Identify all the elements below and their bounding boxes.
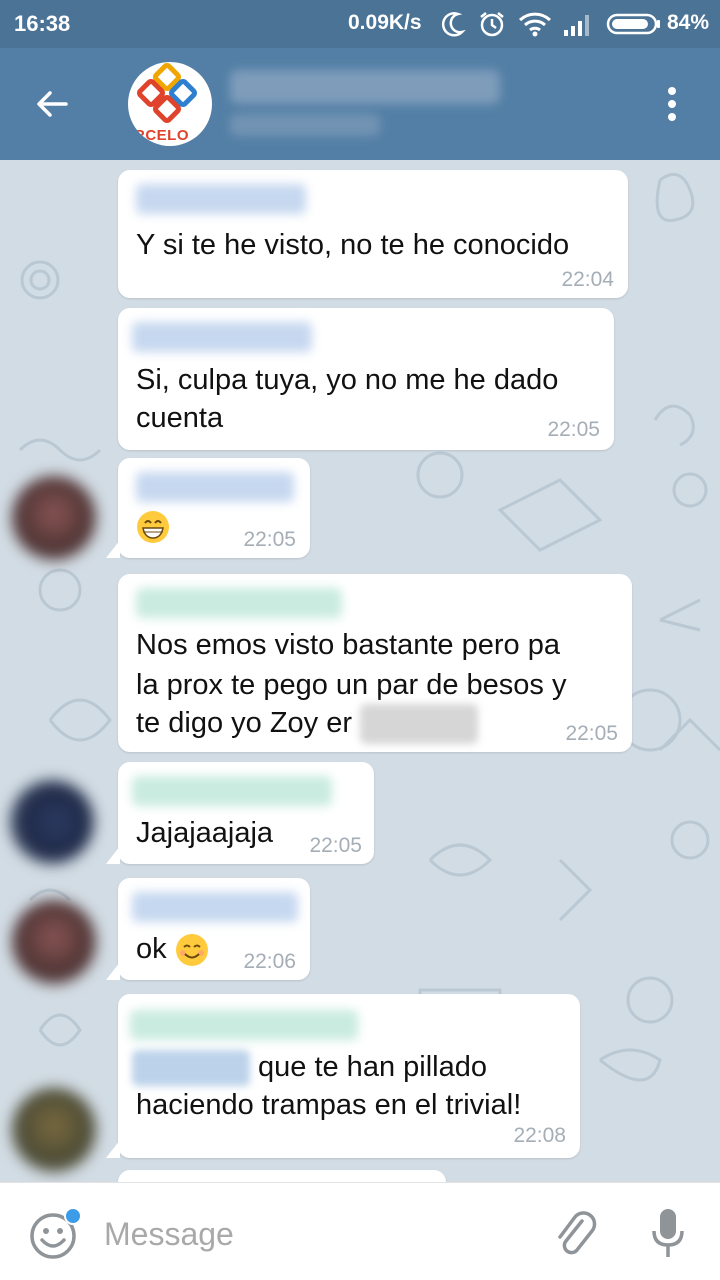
sender-name-redacted (132, 776, 332, 806)
grinning-face-emoji (137, 511, 169, 543)
message-bubble[interactable]: Y si te he visto, no te he conocido 22:0… (118, 170, 628, 298)
message-bubble[interactable]: ok 22:06 (106, 878, 310, 980)
attach-paperclip-icon[interactable] (552, 1209, 600, 1261)
moon-icon (441, 12, 466, 37)
message-bubble[interactable] (118, 1170, 446, 1182)
status-time: 16:38 (14, 11, 71, 36)
message-text-line: que te han pillado (258, 1051, 487, 1083)
message-text: te digo yo Zoy er (136, 707, 352, 739)
network-speed: 0.09K/s (348, 11, 422, 34)
chat-messages-area[interactable]: Y si te he visto, no te he conocido 22:0… (0, 160, 720, 1182)
message-time: 22:05 (309, 834, 362, 857)
sender-name-redacted (136, 184, 306, 214)
signal-icon (564, 15, 589, 36)
sender-name-redacted (132, 322, 312, 352)
message-time: 22:08 (513, 1124, 566, 1147)
battery-percent: 84% (667, 11, 710, 34)
message-text-line: cuenta (136, 402, 224, 434)
battery-icon (606, 13, 660, 35)
sender-name-redacted (136, 588, 342, 618)
message-text: Y si te he visto, no te he conocido (136, 229, 570, 261)
message-bubble[interactable]: Si, culpa tuya, yo no me he dado cuenta … (118, 308, 614, 450)
chat-title-redacted[interactable] (230, 70, 500, 104)
group-avatar[interactable]: RCELO (128, 62, 212, 146)
mention-redacted[interactable] (132, 1050, 250, 1086)
message-time: 22:05 (565, 722, 618, 745)
user-avatar[interactable] (12, 1088, 96, 1172)
status-bar: 16:38 0.09K/s 84% (0, 0, 720, 48)
message-time: 22:04 (561, 268, 614, 291)
message-text: ok (136, 930, 209, 968)
message-bubble[interactable]: Nos emos visto bastante pero pa la prox … (118, 574, 632, 752)
user-avatar[interactable] (12, 900, 96, 984)
message-text: ok (136, 933, 167, 965)
user-avatar[interactable] (12, 476, 96, 560)
wifi-icon (518, 12, 552, 37)
alarm-icon (480, 12, 504, 37)
more-options-icon[interactable] (660, 84, 684, 124)
message-time: 22:05 (243, 528, 296, 551)
sender-name-redacted (130, 1010, 358, 1040)
microphone-icon[interactable] (650, 1207, 686, 1261)
message-composer (0, 1182, 720, 1280)
redacted-text (360, 704, 479, 745)
message-text-line: Nos emos visto bastante pero pa (136, 629, 560, 661)
message-time: 22:05 (547, 418, 600, 441)
user-avatar[interactable] (10, 780, 94, 864)
chat-header: RCELO (0, 48, 720, 160)
smiling-face-emoji (175, 934, 208, 967)
sender-name-redacted (136, 472, 294, 502)
message-input[interactable] (104, 1213, 524, 1255)
emoji-notification-dot (64, 1207, 82, 1225)
message-text-line: te digo yo Zoy er (136, 704, 479, 745)
back-arrow-icon[interactable] (30, 82, 74, 126)
message-text-line: Si, culpa tuya, yo no me he dado (136, 364, 559, 396)
message-time: 22:06 (243, 950, 296, 973)
group-logo-text: RCELO (134, 127, 189, 144)
message-text: Jajajaajaja (136, 817, 274, 849)
message-text-line: haciendo trampas en el trivial! (136, 1089, 522, 1121)
message-bubble[interactable]: Jajajaajaja 22:05 (106, 762, 374, 864)
chat-subtitle-redacted (230, 114, 380, 136)
message-bubble[interactable]: que te han pillado haciendo trampas en e… (106, 994, 580, 1158)
message-text-line: la prox te pego un par de besos y (136, 669, 567, 701)
sender-name-redacted (132, 892, 298, 922)
message-bubble[interactable]: 22:05 (106, 458, 310, 558)
